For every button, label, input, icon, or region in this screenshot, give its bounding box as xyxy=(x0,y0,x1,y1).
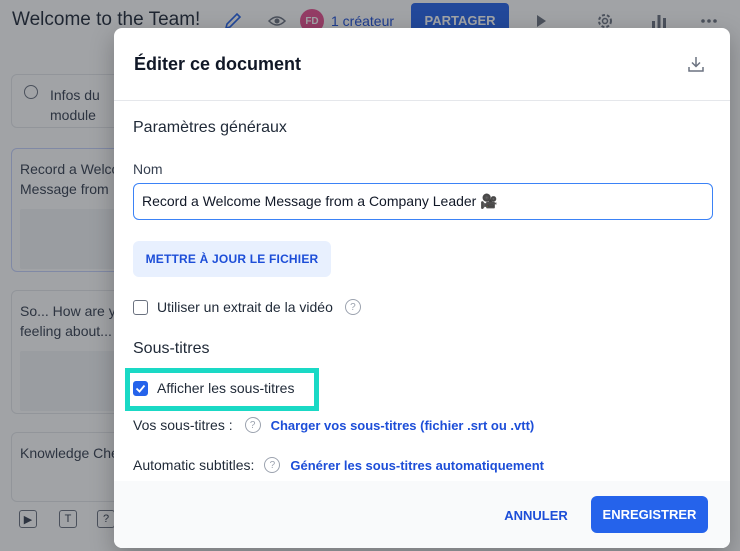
modal-footer: ANNULER ENREGISTRER xyxy=(114,481,730,548)
use-excerpt-row: Utiliser un extrait de la vidéo ? xyxy=(133,299,361,315)
modal-title: Éditer ce document xyxy=(134,54,302,74)
subtitles-heading: Sous-titres xyxy=(133,340,210,357)
use-excerpt-label: Utiliser un extrait de la vidéo xyxy=(157,299,333,315)
auto-subtitles-label: Automatic subtitles: xyxy=(133,457,255,473)
update-file-button[interactable]: METTRE À JOUR LE FICHIER xyxy=(133,241,331,277)
auto-subtitles-row: Automatic subtitles: ? Générer les sous-… xyxy=(133,457,544,473)
edit-document-modal: Éditer ce document Paramètres généraux N… xyxy=(114,28,730,548)
cancel-button[interactable]: ANNULER xyxy=(495,497,577,533)
help-icon[interactable]: ? xyxy=(344,299,361,315)
show-subtitles-checkbox[interactable] xyxy=(133,380,148,396)
generate-subtitles-link[interactable]: Générer les sous-titres automatiquement xyxy=(290,458,544,473)
upload-subtitles-link[interactable]: Charger vos sous-titres (fichier .srt ou… xyxy=(271,418,535,433)
help-icon[interactable]: ? xyxy=(244,417,261,433)
modal-body: Paramètres généraux Nom METTRE À JOUR LE… xyxy=(114,101,730,481)
general-settings-heading: Paramètres généraux xyxy=(133,119,287,136)
use-excerpt-checkbox[interactable] xyxy=(133,299,148,315)
name-input[interactable] xyxy=(133,183,713,220)
modal-header: Éditer ce document xyxy=(114,28,730,101)
show-subtitles-row: Afficher les sous-titres xyxy=(133,380,294,396)
save-button[interactable]: ENREGISTRER xyxy=(591,496,708,533)
name-label: Nom xyxy=(133,161,163,177)
your-subtitles-label: Vos sous-titres : xyxy=(133,417,233,433)
download-icon[interactable] xyxy=(684,52,708,76)
show-subtitles-label: Afficher les sous-titres xyxy=(157,380,295,396)
help-icon[interactable]: ? xyxy=(264,457,281,473)
your-subtitles-row: Vos sous-titres : ? Charger vos sous-tit… xyxy=(133,417,534,433)
